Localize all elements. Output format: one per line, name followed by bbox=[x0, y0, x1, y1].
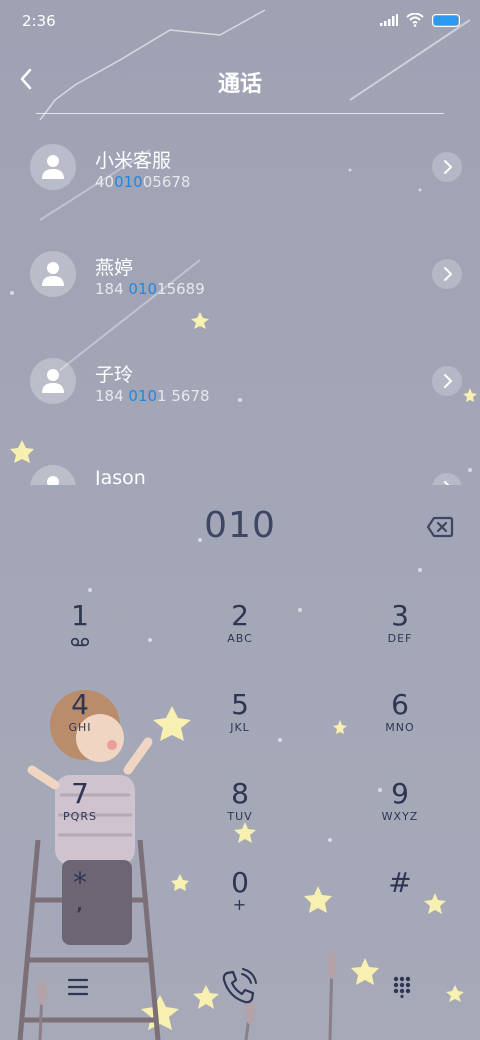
dialpad-key-7[interactable]: 7 PQRS bbox=[20, 778, 140, 858]
contact-number: 184 01015689 bbox=[95, 280, 205, 298]
contact-number: 4001005678 bbox=[95, 173, 191, 191]
contact-detail-button[interactable] bbox=[432, 366, 462, 396]
status-time: 2:36 bbox=[22, 12, 56, 30]
contact-list: 小米客服 4001005678 燕婷 184 01015689 子玲 184 0… bbox=[0, 120, 480, 485]
dialpad-icon[interactable] bbox=[392, 976, 412, 998]
chevron-right-icon bbox=[444, 374, 453, 388]
contact-number: 184 0101 5678 bbox=[95, 387, 210, 405]
contact-item[interactable]: 燕婷 184 01015689 bbox=[0, 227, 480, 317]
contact-detail-button[interactable] bbox=[432, 473, 462, 485]
contact-item[interactable]: 子玲 184 0101 5678 bbox=[0, 334, 480, 424]
chevron-right-icon bbox=[444, 481, 450, 485]
header-divider bbox=[36, 113, 444, 114]
wifi-icon bbox=[406, 13, 424, 27]
dialpad-key-6[interactable]: 6 MNO bbox=[340, 689, 460, 769]
contact-item[interactable]: 小米客服 4001005678 bbox=[0, 120, 480, 210]
person-icon bbox=[42, 369, 64, 393]
avatar bbox=[30, 465, 76, 485]
voicemail-icon bbox=[70, 637, 90, 647]
signal-icon bbox=[380, 14, 398, 26]
dialpad-key-8[interactable]: 8 TUV bbox=[180, 778, 300, 858]
person-icon bbox=[42, 155, 64, 179]
avatar bbox=[30, 358, 76, 404]
dialpad-key-1[interactable]: 1 bbox=[20, 600, 140, 680]
chevron-right-icon bbox=[444, 160, 453, 174]
battery-icon bbox=[432, 13, 460, 27]
avatar bbox=[30, 144, 76, 190]
contact-name: 子玲 bbox=[95, 364, 134, 386]
dialpad-key-hash[interactable]: # bbox=[340, 867, 460, 947]
page-title: 通话 bbox=[217, 72, 262, 97]
contact-name: 燕婷 bbox=[95, 257, 134, 279]
contact-item[interactable]: Jason bbox=[0, 441, 480, 485]
dialpad-key-3[interactable]: 3 DEF bbox=[340, 600, 460, 680]
person-icon bbox=[42, 262, 64, 286]
dialpad-key-2[interactable]: 2 ABC bbox=[180, 600, 300, 680]
contact-name: Jason bbox=[95, 467, 146, 485]
dialed-number: 010 bbox=[204, 505, 276, 546]
dialpad-key-9[interactable]: 9 WXYZ bbox=[340, 778, 460, 858]
avatar bbox=[30, 251, 76, 297]
dialpad-key-4[interactable]: 4 GHI bbox=[20, 689, 140, 769]
menu-icon[interactable] bbox=[66, 976, 90, 998]
person-icon bbox=[47, 476, 59, 485]
dialpad-key-0[interactable]: 0 + bbox=[180, 867, 300, 947]
status-bar: 2:36 bbox=[0, 0, 480, 40]
status-icons bbox=[380, 13, 460, 27]
contact-detail-button[interactable] bbox=[432, 152, 462, 182]
dialpad: 1 2 ABC 3 DEF 4 GHI 5 JKL 6 MNO 7 PQRS 8 TUV 9W… bbox=[0, 600, 480, 930]
dialpad-key-5[interactable]: 5 JKL bbox=[180, 689, 300, 769]
call-icon[interactable] bbox=[218, 966, 260, 1008]
backspace-icon[interactable] bbox=[426, 515, 454, 539]
contact-name: 小米客服 bbox=[95, 150, 172, 172]
header: 通话 bbox=[0, 55, 480, 105]
chevron-right-icon bbox=[444, 267, 453, 281]
dialpad-key-star[interactable]: *, bbox=[20, 867, 140, 947]
contact-detail-button[interactable] bbox=[432, 259, 462, 289]
